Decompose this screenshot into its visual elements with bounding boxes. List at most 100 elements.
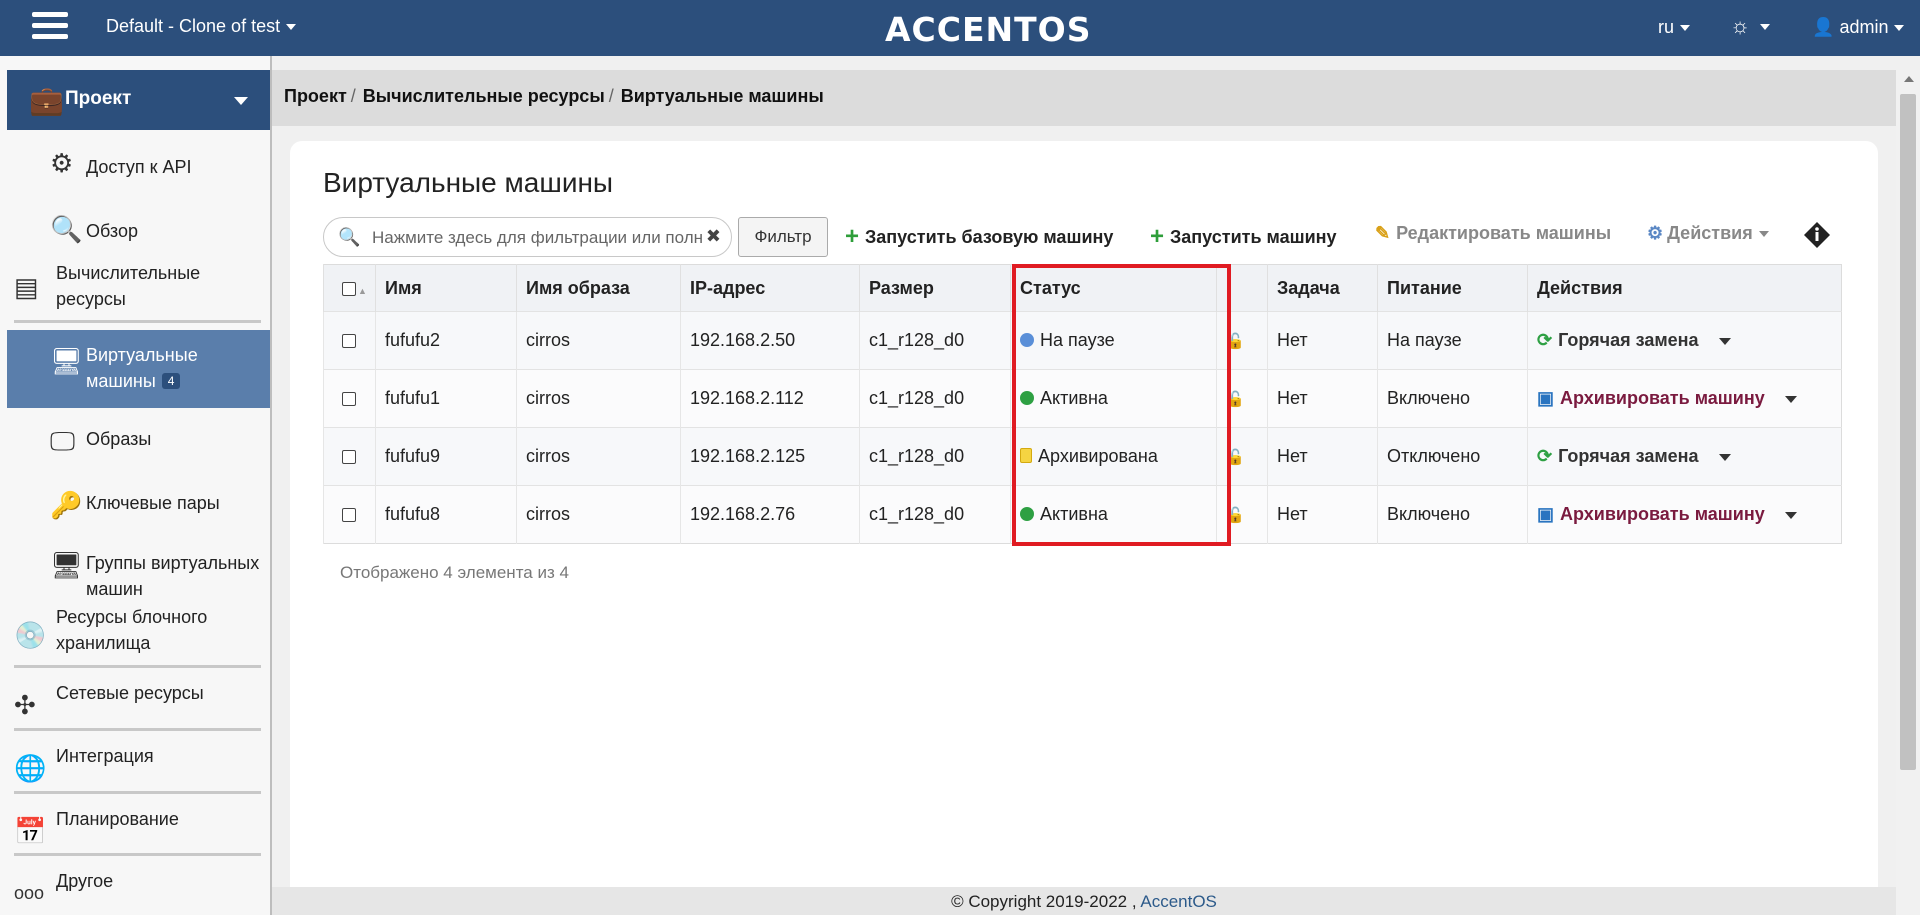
chevron-down-icon[interactable]	[1718, 453, 1731, 461]
archive-machine-button[interactable]: ▣ Архивировать машину	[1537, 388, 1765, 408]
breadcrumb-separator: /	[350, 86, 356, 106]
plus-icon: +	[845, 223, 860, 250]
hot-swap-icon: ⟳	[1537, 446, 1553, 466]
vm-image: cirros	[516, 427, 681, 486]
vm-name-link[interactable]: fufufu9	[375, 427, 517, 486]
search-box[interactable]: 🔍 ✖	[323, 217, 732, 257]
sidebar-item-virtual-machines[interactable]: 🖥 Виртуальные машины 4	[7, 330, 270, 408]
sidebar-item-overview[interactable]: 🔍 Обзор	[0, 200, 270, 260]
compute-icon: ▤	[14, 272, 39, 302]
row-checkbox[interactable]	[342, 508, 356, 523]
gear-icon: ⚙	[1647, 223, 1664, 243]
archive-label: Архивировать машину	[1560, 504, 1765, 524]
vm-action: ⟳ Горячая замена	[1527, 427, 1842, 486]
page-scrollbar[interactable]	[1896, 70, 1920, 915]
menu-icon[interactable]	[32, 12, 68, 42]
vm-task: Нет	[1267, 485, 1378, 544]
sidebar-item-keypairs[interactable]: 🔑 Ключевые пары	[0, 474, 270, 534]
api-access-icon: ⚙	[50, 148, 74, 178]
hot-swap-button[interactable]: ⟳ Горячая замена	[1537, 446, 1699, 466]
vm-name-link[interactable]: fufufu2	[375, 311, 517, 370]
launch-base-machine-button[interactable]: + Запустить базовую машину	[845, 223, 1113, 251]
launch-label: Запустить машину	[1170, 227, 1337, 247]
hot-swap-label: Горячая замена	[1558, 446, 1699, 466]
vm-power: На паузе	[1377, 311, 1528, 370]
sidebar-item-api-access[interactable]: ⚙ Доступ к API	[0, 138, 270, 198]
hot-swap-button[interactable]: ⟳ Горячая замена	[1537, 330, 1699, 350]
sidebar-item-network[interactable]: ✣ Сетевые ресурсы	[0, 670, 270, 728]
sidebar-item-other[interactable]: ooo Другое	[0, 858, 270, 915]
vm-size-link[interactable]: c1_r128_d0	[859, 427, 1011, 486]
vm-action: ▣ Архивировать машину	[1527, 369, 1842, 428]
vm-size-link[interactable]: c1_r128_d0	[859, 485, 1011, 544]
scroll-up-icon[interactable]	[1904, 76, 1914, 82]
sidebar-item-vm-groups[interactable]: 🖥 Группы виртуальных машин	[0, 536, 270, 600]
vm-name-link[interactable]: fufufu1	[375, 369, 517, 428]
select-all-checkbox[interactable]	[342, 281, 356, 296]
breadcrumb-item[interactable]: Вычислительные ресурсы	[363, 86, 605, 106]
vm-image: cirros	[516, 311, 681, 370]
sidebar-divider	[14, 320, 261, 323]
sidebar-item-label: Образы	[86, 429, 152, 449]
scrollbar-thumb[interactable]	[1900, 94, 1916, 770]
row-checkbox[interactable]	[342, 392, 356, 407]
column-header-power[interactable]: Питание	[1377, 264, 1528, 312]
sidebar-item-block-storage[interactable]: 💿 Ресурсы блочного хранилища	[0, 602, 270, 662]
clear-icon[interactable]: ✖	[706, 226, 721, 247]
column-header-image[interactable]: Имя образа	[516, 264, 681, 312]
edit-machines-button[interactable]: ✎ Редактировать машины	[1375, 223, 1611, 244]
vm-name-link[interactable]: fufufu8	[375, 485, 517, 544]
sidebar-item-label: Сетевые ресурсы	[56, 683, 204, 703]
filter-button[interactable]: Фильтр	[738, 217, 828, 257]
archive-machine-button[interactable]: ▣ Архивировать машину	[1537, 504, 1765, 524]
vm-icon: 🖥	[50, 346, 84, 376]
sidebar-item-label: Ключевые пары	[86, 493, 220, 513]
chevron-down-icon[interactable]	[1784, 395, 1797, 403]
vm-size-link[interactable]: c1_r128_d0	[859, 369, 1011, 428]
breadcrumb-item[interactable]: Проект	[284, 86, 347, 106]
column-header-task[interactable]: Задача	[1267, 264, 1378, 312]
user-icon: 👤	[1812, 17, 1835, 37]
column-header-size[interactable]: Размер	[859, 264, 1011, 312]
status-column-highlight	[1012, 264, 1231, 546]
user-menu[interactable]: 👤 admin	[1812, 17, 1905, 38]
hot-swap-icon: ⟳	[1537, 330, 1553, 350]
sidebar-item-label: Ресурсы блочного хранилища	[56, 607, 208, 653]
vm-size-link[interactable]: c1_r128_d0	[859, 311, 1011, 370]
sidebar-item-images[interactable]: 🖵 Образы	[0, 412, 270, 472]
breadcrumb-separator: /	[608, 86, 614, 106]
project-selector[interactable]: Default - Clone of test	[106, 16, 297, 37]
row-select-cell	[323, 427, 376, 486]
archive-label: Архивировать машину	[1560, 388, 1765, 408]
chevron-down-icon[interactable]	[1718, 337, 1731, 345]
vm-task: Нет	[1267, 427, 1378, 486]
theme-selector[interactable]: ☼	[1730, 13, 1771, 39]
column-header-name[interactable]: Имя	[375, 264, 517, 312]
vm-image: cirros	[516, 485, 681, 544]
calendar-icon: 📅	[14, 816, 47, 846]
sidebar-item-compute[interactable]: ▤ Вычислительные ресурсы	[0, 258, 270, 318]
vm-ip: 192.168.2.112	[680, 369, 860, 428]
actions-dropdown[interactable]: ⚙ Действия	[1647, 223, 1769, 244]
sidebar-item-integration[interactable]: 🌐 Интеграция	[0, 733, 270, 791]
logo: ACCENTOS	[885, 10, 1092, 49]
search-input[interactable]	[372, 225, 702, 251]
column-header-ip[interactable]: IP-адрес	[680, 264, 860, 312]
launch-machine-button[interactable]: + Запустить машину	[1150, 223, 1337, 251]
sidebar: 💼 Проект ⚙ Доступ к API 🔍 Обзор ▤ Вычисл…	[0, 56, 272, 915]
info-icon[interactable]	[1803, 221, 1831, 249]
sidebar-item-label: Виртуальные машины 4	[86, 342, 236, 394]
chevron-down-icon[interactable]	[1784, 511, 1797, 519]
footer-link[interactable]: AccentOS	[1140, 892, 1217, 911]
row-select-cell	[323, 311, 376, 370]
vm-ip: 192.168.2.50	[680, 311, 860, 370]
sidebar-item-planning[interactable]: 📅 Планирование	[0, 796, 270, 854]
sidebar-divider	[14, 853, 261, 856]
sidebar-item-label: Планирование	[56, 809, 179, 829]
sidebar-divider	[14, 665, 261, 668]
select-all-header: ▲	[323, 264, 376, 312]
language-selector[interactable]: ru	[1658, 17, 1691, 38]
sidebar-project-header[interactable]: 💼 Проект	[7, 70, 270, 130]
row-checkbox[interactable]	[342, 450, 356, 465]
row-checkbox[interactable]	[342, 334, 356, 349]
